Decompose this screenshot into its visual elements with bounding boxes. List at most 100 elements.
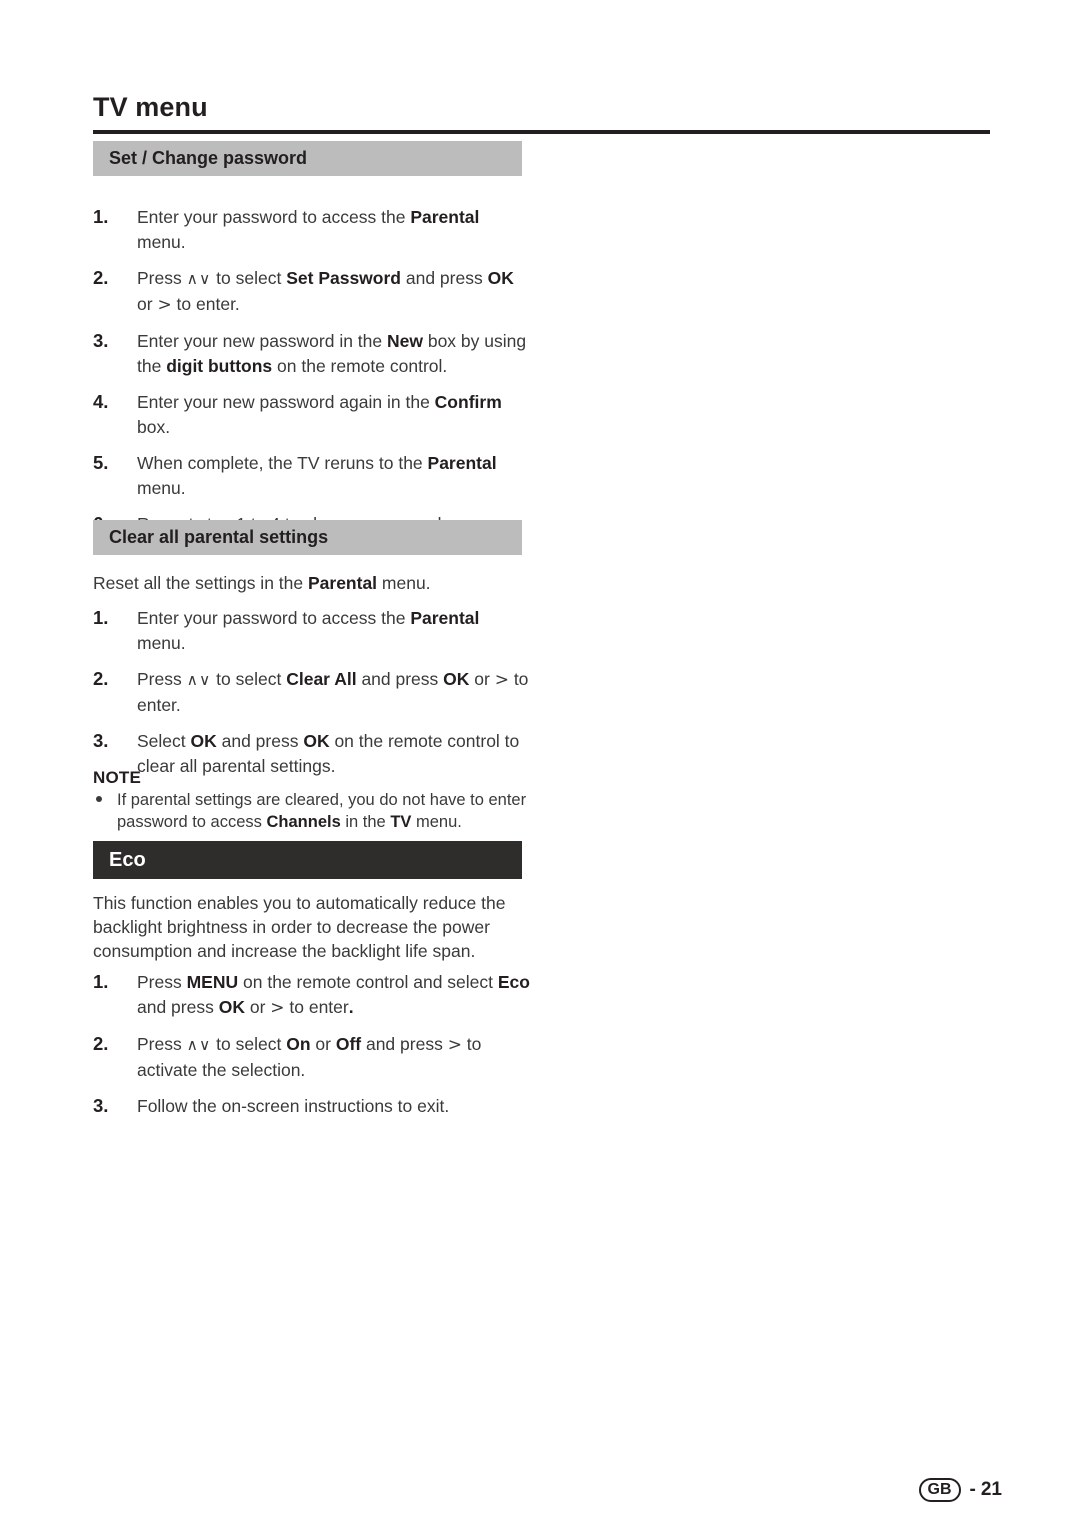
step-text: Press ∧∨ to select Clear All and press O… — [137, 669, 528, 715]
body-text: and press — [216, 731, 304, 751]
body-text: and press — [137, 996, 219, 1017]
note-text: If parental settings are cleared, you do… — [117, 791, 526, 831]
emphasis-text: OK — [303, 731, 330, 751]
emphasis-text: OK — [443, 669, 470, 689]
body-text: or — [469, 669, 495, 689]
emphasis-text: digit buttons — [166, 355, 273, 376]
numbered-step: 2. Press ∧∨ to select Clear All and press… — [93, 667, 531, 717]
emphasis-text: Off — [335, 1034, 362, 1054]
manual-page: TV menu Set / Change password 1. Enter yo… — [0, 0, 1080, 1532]
emphasis-text: Parental — [410, 207, 480, 227]
body-text: menu. — [137, 231, 186, 252]
numbered-step: 3. Enter your new password in the New box… — [93, 329, 531, 378]
step-number: 2. — [93, 267, 109, 288]
step-number: 1. — [93, 971, 109, 992]
body-text: or — [244, 996, 271, 1017]
page-title: TV menu — [93, 92, 208, 122]
body-text: Enter your new password in the — [137, 331, 387, 351]
section-header-eco: Eco — [93, 841, 522, 879]
body-text: on the remote control. — [272, 355, 448, 376]
body-text: menu. — [411, 813, 462, 831]
step-text: Press MENU on the remote control and sel… — [137, 972, 530, 1018]
right-arrow-icon: > — [270, 997, 285, 1018]
clear-all-intro-paragraph: Reset all the settings in the Parental m… — [93, 571, 525, 595]
body-text: or — [310, 1034, 336, 1054]
body-text: and press — [356, 669, 444, 689]
emphasis-text: Confirm — [434, 392, 502, 412]
page-footer: GB -21 — [0, 1478, 1080, 1502]
steps-eco: 1. Press MENU on the remote control and s… — [93, 970, 531, 1119]
title-rule — [93, 130, 990, 134]
numbered-step: 3. Follow the on-screen instructions to e… — [93, 1094, 531, 1119]
right-arrow-icon: > — [157, 294, 172, 315]
step-text: Follow the on-screen instructions to exi… — [137, 1096, 449, 1116]
body-text: Reset all the settings in the — [93, 573, 308, 593]
step-text: Enter your new password in the New box b… — [137, 331, 526, 376]
emphasis-text: New — [387, 331, 423, 351]
step-text: Press ∧∨ to select Set Password and pres… — [137, 268, 514, 315]
body-text: on the remote control and select — [238, 972, 498, 992]
body-text: to enter — [284, 996, 349, 1017]
section-header-set-change-password: Set / Change password — [93, 141, 522, 176]
step-number: 3. — [93, 1095, 109, 1116]
note-block: NOTE If parental settings are cleared, y… — [93, 768, 533, 833]
emphasis-text: Parental — [410, 608, 480, 628]
body-text: menu. — [137, 632, 186, 653]
step-number: 3. — [93, 330, 109, 351]
numbered-step: 1. Press MENU on the remote control and s… — [93, 970, 531, 1020]
section-header-clear-all-parental-settings: Clear all parental settings — [93, 520, 522, 555]
body-text: Press — [137, 1034, 187, 1054]
step-text: Enter your password to access the Parent… — [137, 608, 479, 653]
step-number: 4. — [93, 391, 109, 412]
emphasis-text: Parental — [307, 573, 378, 593]
step-number: 2. — [93, 1033, 109, 1054]
body-text: Enter your password to access the — [137, 608, 411, 628]
emphasis-text: Clear All — [286, 669, 357, 689]
numbered-step: 2. Press ∧∨ to select On or Off and press… — [93, 1032, 531, 1082]
footer-separator: - — [969, 1479, 976, 1500]
body-text: menu. — [377, 573, 431, 593]
body-text: menu. — [137, 477, 186, 498]
numbered-step: 1. Enter your password to access the Pare… — [93, 205, 531, 254]
note-title: NOTE — [93, 768, 142, 787]
body-text: Press — [137, 268, 187, 288]
emphasis-text: OK — [487, 268, 514, 288]
body-text: box. — [137, 416, 171, 437]
body-text: Enter your new password again in the — [137, 392, 435, 412]
body-text: Press — [137, 669, 187, 689]
region-code-badge: GB — [918, 1478, 961, 1502]
emphasis-text: Channels — [266, 813, 341, 831]
steps-set-change-password: 1. Enter your password to access the Pare… — [93, 205, 531, 537]
emphasis-text: MENU — [186, 972, 239, 992]
body-text: and press — [361, 1034, 448, 1054]
body-text: Select — [137, 731, 191, 751]
step-text: Enter your password to access the Parent… — [137, 207, 479, 252]
eco-intro-paragraph: This function enables you to automatical… — [93, 893, 506, 961]
updown-arrow-icon: ∧∨ — [186, 671, 212, 689]
body-text: When complete, the TV reruns to the — [137, 453, 428, 473]
emphasis-text: OK — [218, 996, 245, 1017]
step-number: 3. — [93, 730, 109, 751]
body-text: and press — [401, 268, 488, 288]
numbered-step: 4. Enter your new password again in the C… — [93, 390, 531, 439]
body-text: to select — [211, 669, 287, 689]
body-text: Follow the on-screen instructions to exi… — [137, 1096, 450, 1116]
step-text: Enter your new password again in the Con… — [137, 392, 502, 437]
step-number: 1. — [93, 206, 109, 227]
step-number: 1. — [93, 607, 109, 628]
emphasis-text: Eco — [497, 972, 530, 992]
emphasis-text: . — [348, 996, 354, 1017]
body-text: or — [137, 293, 158, 314]
note-item: If parental settings are cleared, you do… — [93, 789, 533, 833]
step-number: 5. — [93, 452, 109, 473]
emphasis-text: TV — [390, 813, 412, 831]
bullet-icon — [96, 796, 102, 802]
numbered-step: 1. Enter your password to access the Pare… — [93, 606, 531, 655]
numbered-step: 5. When complete, the TV reruns to the Pa… — [93, 451, 531, 500]
body-text: to enter. — [171, 293, 240, 314]
emphasis-text: Parental — [427, 453, 497, 473]
step-number: 2. — [93, 668, 109, 689]
body-text: Enter your password to access the — [137, 207, 411, 227]
numbered-step: 2. Press ∧∨ to select Set Password and pr… — [93, 266, 531, 317]
right-arrow-icon: > — [447, 1035, 462, 1055]
